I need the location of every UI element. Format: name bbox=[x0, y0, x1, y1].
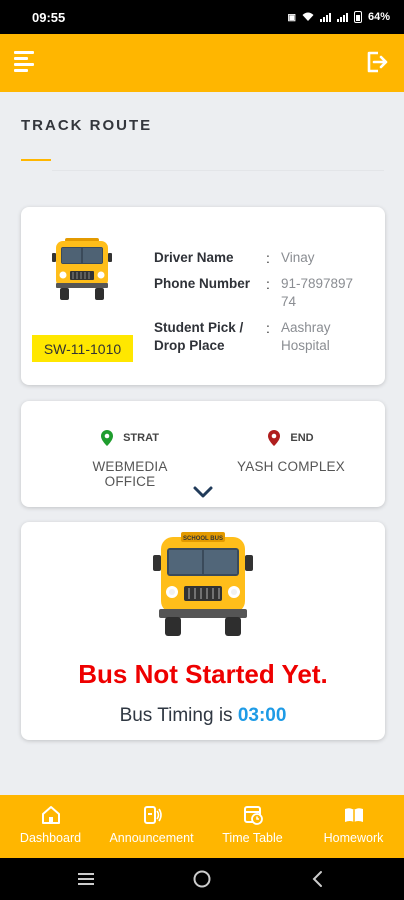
status-time: 09:55 bbox=[32, 9, 66, 25]
nav-homework-label: Homework bbox=[323, 831, 384, 845]
bottom-nav: Dashboard Announcement Time Table Homewo… bbox=[0, 795, 404, 858]
title-underline bbox=[21, 159, 51, 161]
bus-timing: Bus Timing is 03:00 bbox=[21, 705, 385, 727]
separator: : bbox=[266, 276, 270, 292]
bus-number-plate: SW-11-1010 bbox=[32, 335, 133, 362]
driver-name-label: Driver Name bbox=[154, 250, 234, 265]
route-end: END YASH COMPLEX bbox=[226, 427, 356, 474]
driver-name-row: Driver Name : Vinay bbox=[154, 249, 375, 267]
status-icons: ▣ 64% bbox=[287, 11, 390, 23]
pick-drop-value: Aashray Hospital bbox=[281, 320, 331, 353]
bus-status-card: SCHOOL BUS Bus Not Started Yet. Bus Timi… bbox=[21, 522, 385, 740]
end-label: END bbox=[290, 432, 314, 444]
route-start: STRAT WEBMEDIA OFFICE bbox=[66, 427, 194, 489]
driver-name-value: Vinay bbox=[281, 250, 315, 265]
start-place: WEBMEDIA OFFICE bbox=[92, 459, 168, 489]
nav-dashboard[interactable]: Dashboard bbox=[0, 795, 101, 858]
bus-icon bbox=[52, 238, 112, 300]
end-place: YASH COMPLEX bbox=[237, 459, 345, 474]
route-card: STRAT WEBMEDIA OFFICE END YASH COMPLEX bbox=[21, 401, 385, 507]
app-bar bbox=[0, 34, 404, 92]
page-title: TRACK ROUTE bbox=[21, 117, 153, 134]
pick-drop-row: Student Pick / Drop Place : Aashray Hosp… bbox=[154, 319, 375, 355]
phone-number-row: Phone Number : 91-789789774 bbox=[154, 275, 375, 311]
bus-timing-value: 03:00 bbox=[237, 705, 287, 726]
nfc-icon: ▣ bbox=[287, 11, 296, 22]
driver-info: Driver Name : Vinay Phone Number : 91-78… bbox=[154, 249, 375, 363]
battery-icon bbox=[353, 11, 362, 23]
phone-number-label: Phone Number bbox=[154, 276, 251, 291]
phone-number-value[interactable]: 91-789789774 bbox=[281, 275, 357, 311]
driver-card: SW-11-1010 Driver Name : Vinay Phone Num… bbox=[21, 207, 385, 385]
start-label: STRAT bbox=[123, 432, 159, 444]
nav-announcement[interactable]: Announcement bbox=[101, 795, 202, 858]
back-icon[interactable] bbox=[307, 869, 329, 889]
pick-drop-label: Student Pick / Drop Place bbox=[154, 320, 244, 353]
nav-homework[interactable]: Homework bbox=[303, 795, 404, 858]
nav-time-table-label: Time Table bbox=[222, 831, 283, 845]
calendar-clock-icon bbox=[243, 806, 263, 825]
bus-timing-label: Bus Timing is bbox=[119, 705, 238, 726]
bus-sign: SCHOOL BUS bbox=[183, 536, 223, 542]
start-location-pin-icon bbox=[101, 430, 114, 446]
separator: : bbox=[266, 320, 270, 336]
book-icon bbox=[344, 808, 363, 822]
menu-icon[interactable] bbox=[14, 51, 36, 73]
nav-time-table[interactable]: Time Table bbox=[202, 795, 303, 858]
separator: : bbox=[266, 250, 270, 266]
wifi-icon bbox=[302, 12, 314, 21]
recent-apps-icon[interactable] bbox=[75, 869, 97, 889]
system-nav-bar bbox=[0, 858, 404, 900]
logout-icon[interactable] bbox=[364, 50, 388, 74]
title-divider bbox=[52, 170, 384, 171]
end-location-pin-icon bbox=[268, 430, 281, 446]
bus-status-message: Bus Not Started Yet. bbox=[78, 659, 328, 689]
home-icon bbox=[41, 806, 60, 824]
signal-2-icon bbox=[336, 12, 348, 22]
school-bus-icon: SCHOOL BUS bbox=[153, 532, 253, 636]
nav-announcement-label: Announcement bbox=[109, 831, 194, 845]
nav-dashboard-label: Dashboard bbox=[19, 831, 82, 845]
signal-icon bbox=[319, 12, 331, 22]
status-bar: 09:55 ▣ 64% bbox=[0, 0, 404, 34]
chevron-down-icon[interactable] bbox=[192, 484, 214, 500]
home-button-icon[interactable] bbox=[191, 869, 213, 889]
megaphone-icon bbox=[143, 806, 162, 824]
battery-level: 64% bbox=[367, 11, 390, 23]
